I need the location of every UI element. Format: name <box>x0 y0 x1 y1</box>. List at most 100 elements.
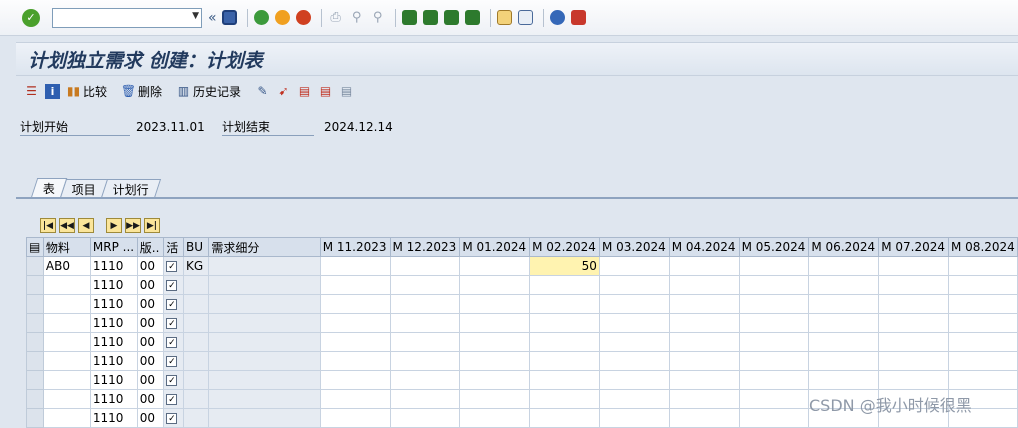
version-cell[interactable]: 00 <box>136 370 165 390</box>
period-quantity-cell[interactable] <box>878 332 949 352</box>
find-icon[interactable]: ⚲ <box>348 9 366 27</box>
period-quantity-cell[interactable]: 50 <box>529 256 600 276</box>
row-selector[interactable] <box>26 294 44 314</box>
material-cell[interactable] <box>42 313 91 333</box>
period-quantity-cell[interactable] <box>668 370 740 390</box>
column-header[interactable]: M 11.2023 <box>319 237 391 257</box>
material-cell[interactable] <box>42 389 91 409</box>
period-quantity-cell[interactable] <box>808 313 880 333</box>
select-block-button[interactable]: ▤ <box>318 84 335 99</box>
period-quantity-cell[interactable] <box>878 275 949 295</box>
row-selector[interactable] <box>26 332 44 352</box>
period-quantity-cell[interactable] <box>529 408 600 428</box>
mrp-area-cell[interactable]: 1110 <box>89 294 138 314</box>
active-checkbox[interactable]: ✓ <box>166 299 178 310</box>
unit-cell[interactable] <box>182 389 210 409</box>
back-arrows-icon[interactable]: « <box>208 10 217 26</box>
period-quantity-cell[interactable] <box>529 370 600 390</box>
period-quantity-cell[interactable] <box>319 313 391 333</box>
first-column-icon[interactable]: |◀ <box>40 218 56 233</box>
prev-page-icon[interactable] <box>422 9 440 27</box>
active-checkbox[interactable]: ✓ <box>166 356 178 367</box>
period-quantity-cell[interactable] <box>878 313 949 333</box>
period-quantity-cell[interactable] <box>808 351 880 371</box>
column-header[interactable]: M 03.2024 <box>598 237 670 257</box>
period-quantity-cell[interactable] <box>668 351 740 371</box>
period-quantity-cell[interactable] <box>389 332 461 352</box>
active-checkbox[interactable]: ✓ <box>166 318 178 329</box>
column-header[interactable]: MRP ... <box>89 237 138 257</box>
period-quantity-cell[interactable] <box>948 256 1018 276</box>
period-quantity-cell[interactable] <box>808 332 880 352</box>
customize-icon[interactable] <box>570 9 588 27</box>
period-quantity-cell[interactable] <box>529 313 600 333</box>
period-quantity-cell[interactable] <box>389 370 461 390</box>
req-segment-cell[interactable] <box>208 313 321 333</box>
period-quantity-cell[interactable] <box>598 313 670 333</box>
period-quantity-cell[interactable] <box>598 332 670 352</box>
select-all-icon[interactable]: ▤ <box>26 237 44 257</box>
material-cell[interactable] <box>42 351 91 371</box>
period-quantity-cell[interactable] <box>459 294 531 314</box>
period-quantity-cell[interactable] <box>529 389 600 409</box>
exit-icon[interactable] <box>274 9 292 27</box>
version-cell[interactable]: 00 <box>136 332 165 352</box>
period-quantity-cell[interactable] <box>598 256 670 276</box>
period-quantity-cell[interactable] <box>738 389 810 409</box>
cancel-icon[interactable] <box>295 9 313 27</box>
version-cell[interactable]: 00 <box>136 389 165 409</box>
material-cell[interactable] <box>42 408 91 428</box>
column-header[interactable]: M 01.2024 <box>459 237 531 257</box>
select-all-button[interactable]: ▤ <box>297 84 314 99</box>
req-segment-cell[interactable] <box>208 294 321 314</box>
period-quantity-cell[interactable] <box>948 313 1018 333</box>
material-cell[interactable]: AB0 <box>42 256 91 276</box>
period-quantity-cell[interactable] <box>948 294 1018 314</box>
period-quantity-cell[interactable] <box>389 389 461 409</box>
first-page-icon[interactable] <box>401 9 419 27</box>
period-quantity-cell[interactable] <box>948 370 1018 390</box>
unit-cell[interactable] <box>182 294 210 314</box>
period-quantity-cell[interactable] <box>878 294 949 314</box>
version-cell[interactable]: 00 <box>136 313 165 333</box>
column-header[interactable]: M 08.2024 <box>948 237 1018 257</box>
back-icon[interactable] <box>253 9 271 27</box>
shortcut-icon[interactable] <box>517 9 535 27</box>
period-quantity-cell[interactable] <box>878 256 949 276</box>
period-quantity-cell[interactable] <box>389 351 461 371</box>
mrp-area-cell[interactable]: 1110 <box>89 313 138 333</box>
material-cell[interactable] <box>42 275 91 295</box>
mrp-area-cell[interactable]: 1110 <box>89 351 138 371</box>
active-cell[interactable]: ✓ <box>163 294 184 314</box>
period-quantity-cell[interactable] <box>808 370 880 390</box>
period-quantity-cell[interactable] <box>389 294 461 314</box>
column-header[interactable]: 物料 <box>42 237 91 257</box>
period-quantity-cell[interactable] <box>459 275 531 295</box>
period-quantity-cell[interactable] <box>668 332 740 352</box>
column-header[interactable]: M 05.2024 <box>738 237 810 257</box>
req-segment-cell[interactable] <box>208 332 321 352</box>
row-selector[interactable] <box>26 389 44 409</box>
period-quantity-cell[interactable] <box>878 370 949 390</box>
save-icon[interactable] <box>221 9 239 27</box>
row-selector[interactable] <box>26 408 44 428</box>
unit-cell[interactable] <box>182 332 210 352</box>
period-quantity-cell[interactable] <box>598 389 670 409</box>
next-page-icon[interactable] <box>443 9 461 27</box>
prev-column-icon[interactable]: ◀ <box>78 218 94 233</box>
period-quantity-cell[interactable] <box>319 370 391 390</box>
mrp-area-cell[interactable]: 1110 <box>89 256 138 276</box>
delete-button[interactable]: 🗑 删除 <box>121 83 162 100</box>
active-cell[interactable]: ✓ <box>163 370 184 390</box>
period-quantity-cell[interactable] <box>878 351 949 371</box>
material-cell[interactable] <box>42 370 91 390</box>
new-session-icon[interactable] <box>496 9 514 27</box>
active-cell[interactable]: ✓ <box>163 256 184 276</box>
compare-button[interactable]: ▮▮ 比较 <box>66 83 107 100</box>
period-quantity-cell[interactable] <box>598 294 670 314</box>
active-cell[interactable]: ✓ <box>163 332 184 352</box>
plan-start-value[interactable]: 2023.11.01 <box>136 120 222 134</box>
active-cell[interactable]: ✓ <box>163 408 184 428</box>
period-quantity-cell[interactable] <box>389 313 461 333</box>
row-selector[interactable] <box>26 313 44 333</box>
